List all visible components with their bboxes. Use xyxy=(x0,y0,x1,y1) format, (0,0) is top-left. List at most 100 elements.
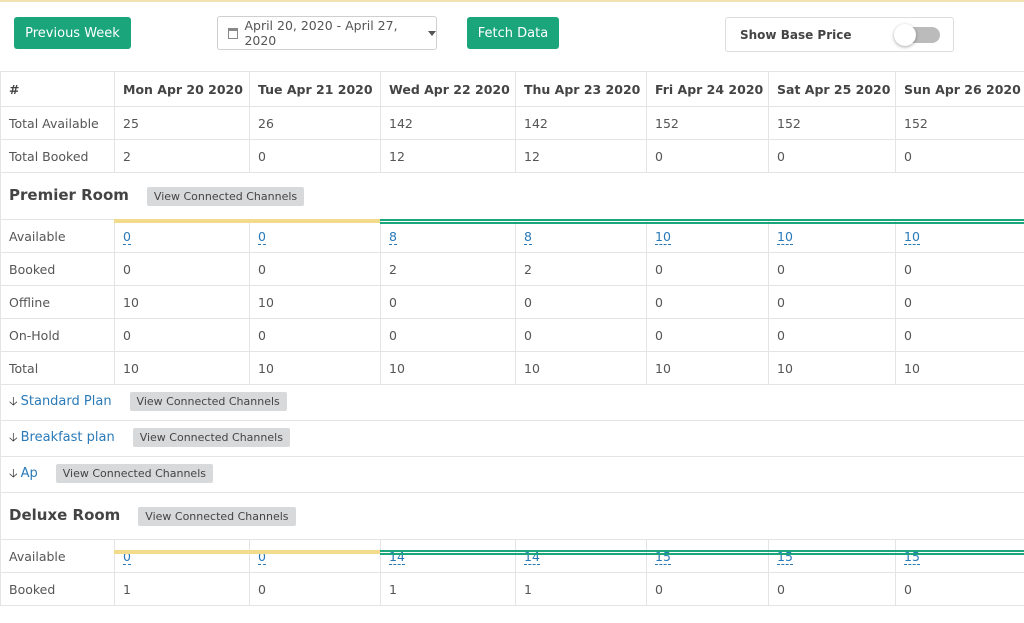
available-link[interactable]: 8 xyxy=(524,228,532,245)
available-link[interactable]: 10 xyxy=(777,228,793,245)
cell: 0 xyxy=(768,572,896,606)
rate-plan-row: 🡣 Standard Plan View Connected Channels xyxy=(0,384,1024,421)
table-row: Available 0 0 8 8 10 10 10 xyxy=(0,219,1024,253)
inventory-table: # Mon Apr 20 2020 Tue Apr 21 2020 Wed Ap… xyxy=(0,71,1024,606)
hash-header: # xyxy=(0,71,115,107)
cell: 12 xyxy=(380,139,516,173)
base-price-toggle-container: Show Base Price xyxy=(725,17,954,52)
table-row: Available 0 0 14 14 15 15 15 xyxy=(0,539,1024,573)
available-link[interactable]: 0 xyxy=(123,228,131,245)
rate-plan-link[interactable]: Breakfast plan xyxy=(21,430,115,445)
day-header: Fri Apr 24 2020 xyxy=(646,71,769,107)
cell: 2 xyxy=(515,252,647,286)
table-row: Offline 10 10 0 0 0 0 0 xyxy=(0,285,1024,319)
arrow-down-icon: 🡣 xyxy=(9,394,18,408)
table-row: Booked 1 0 1 1 0 0 0 xyxy=(0,572,1024,606)
row-label: Total Booked xyxy=(0,139,115,173)
cell: 0 xyxy=(114,318,250,352)
table-row: Total 10 10 10 10 10 10 10 xyxy=(0,351,1024,385)
cell: 0 xyxy=(768,285,896,319)
cell: 0 xyxy=(249,318,381,352)
cell: 0 xyxy=(249,572,381,606)
row-label: Total xyxy=(0,351,115,385)
cell: 10 xyxy=(249,285,381,319)
date-range-picker[interactable]: April 20, 2020 - April 27, 2020 xyxy=(217,16,437,50)
cell: 2 xyxy=(114,139,250,173)
cell: 0 xyxy=(380,318,516,352)
table-row: Booked 0 0 2 2 0 0 0 xyxy=(0,252,1024,286)
cell: 0 xyxy=(249,139,381,173)
cell: 12 xyxy=(515,139,647,173)
cell: 1 xyxy=(114,572,250,606)
cell: 10 xyxy=(114,351,250,385)
cell: 152 xyxy=(895,106,1024,140)
cell: 0 xyxy=(515,318,647,352)
arrow-down-icon: 🡣 xyxy=(9,466,18,480)
day-header: Tue Apr 21 2020 xyxy=(249,71,381,107)
toggle-knob xyxy=(894,24,916,46)
base-price-label: Show Base Price xyxy=(740,27,852,42)
cell: 0 xyxy=(895,318,1024,352)
cell: 152 xyxy=(646,106,769,140)
row-label: Available xyxy=(0,539,115,573)
cell: 0 xyxy=(249,252,381,286)
day-header: Wed Apr 22 2020 xyxy=(380,71,516,107)
available-link[interactable]: 0 xyxy=(258,228,266,245)
previous-week-button[interactable]: Previous Week xyxy=(14,17,131,49)
view-connected-channels-button[interactable]: View Connected Channels xyxy=(146,187,305,206)
cell: 0 xyxy=(515,285,647,319)
fetch-data-button[interactable]: Fetch Data xyxy=(467,17,559,49)
available-link[interactable]: 10 xyxy=(655,228,671,245)
cell: 0 xyxy=(895,139,1024,173)
status-bar-ok xyxy=(380,550,1024,555)
cell: 0 xyxy=(114,252,250,286)
cell: 142 xyxy=(380,106,516,140)
cell: 10 xyxy=(768,351,896,385)
cell: 0 xyxy=(895,572,1024,606)
available-link[interactable]: 10 xyxy=(904,228,920,245)
cell: 0 xyxy=(768,318,896,352)
cell: 1 xyxy=(515,572,647,606)
cell: 0 xyxy=(646,572,769,606)
view-connected-channels-button[interactable]: View Connected Channels xyxy=(132,428,290,447)
status-bar-ok xyxy=(380,219,1024,224)
row-label: Total Available xyxy=(0,106,115,140)
cell: 142 xyxy=(515,106,647,140)
cell: 0 xyxy=(646,139,769,173)
day-header: Thu Apr 23 2020 xyxy=(515,71,647,107)
cell: 1 xyxy=(380,572,516,606)
row-label: Booked xyxy=(0,252,115,286)
view-connected-channels-button[interactable]: View Connected Channels xyxy=(138,507,296,526)
cell: 2 xyxy=(380,252,516,286)
rate-plan-link[interactable]: Ap xyxy=(21,466,38,481)
row-label: Offline xyxy=(0,285,115,319)
cell: 0 xyxy=(646,318,769,352)
caret-down-icon xyxy=(428,30,436,36)
cell: 10 xyxy=(895,351,1024,385)
base-price-toggle[interactable] xyxy=(894,24,940,46)
cell: 26 xyxy=(249,106,381,140)
rate-plan-row: 🡣 Ap View Connected Channels xyxy=(0,456,1024,493)
arrow-down-icon: 🡣 xyxy=(9,430,18,444)
status-bar-warning xyxy=(114,550,380,554)
row-label: Booked xyxy=(0,572,115,606)
room-section-header: Premier Room View Connected Channels xyxy=(0,172,1024,220)
cell: 0 xyxy=(646,285,769,319)
day-header: Sun Apr 26 2020 xyxy=(895,71,1024,107)
cell: 0 xyxy=(768,139,896,173)
view-connected-channels-button[interactable]: View Connected Channels xyxy=(55,464,213,483)
top-accent-line xyxy=(0,0,1024,2)
cell: 10 xyxy=(249,351,381,385)
cell: 0 xyxy=(646,252,769,286)
cell: 10 xyxy=(380,351,516,385)
cell: 10 xyxy=(646,351,769,385)
day-header: Mon Apr 20 2020 xyxy=(114,71,250,107)
table-row: Total Booked 2 0 12 12 0 0 0 xyxy=(0,139,1024,173)
rate-plan-link[interactable]: Standard Plan xyxy=(21,394,112,409)
cell: 10 xyxy=(515,351,647,385)
view-connected-channels-button[interactable]: View Connected Channels xyxy=(129,392,287,411)
day-header: Sat Apr 25 2020 xyxy=(768,71,896,107)
row-label: Available xyxy=(0,219,115,253)
cell: 10 xyxy=(114,285,250,319)
available-link[interactable]: 8 xyxy=(389,228,397,245)
